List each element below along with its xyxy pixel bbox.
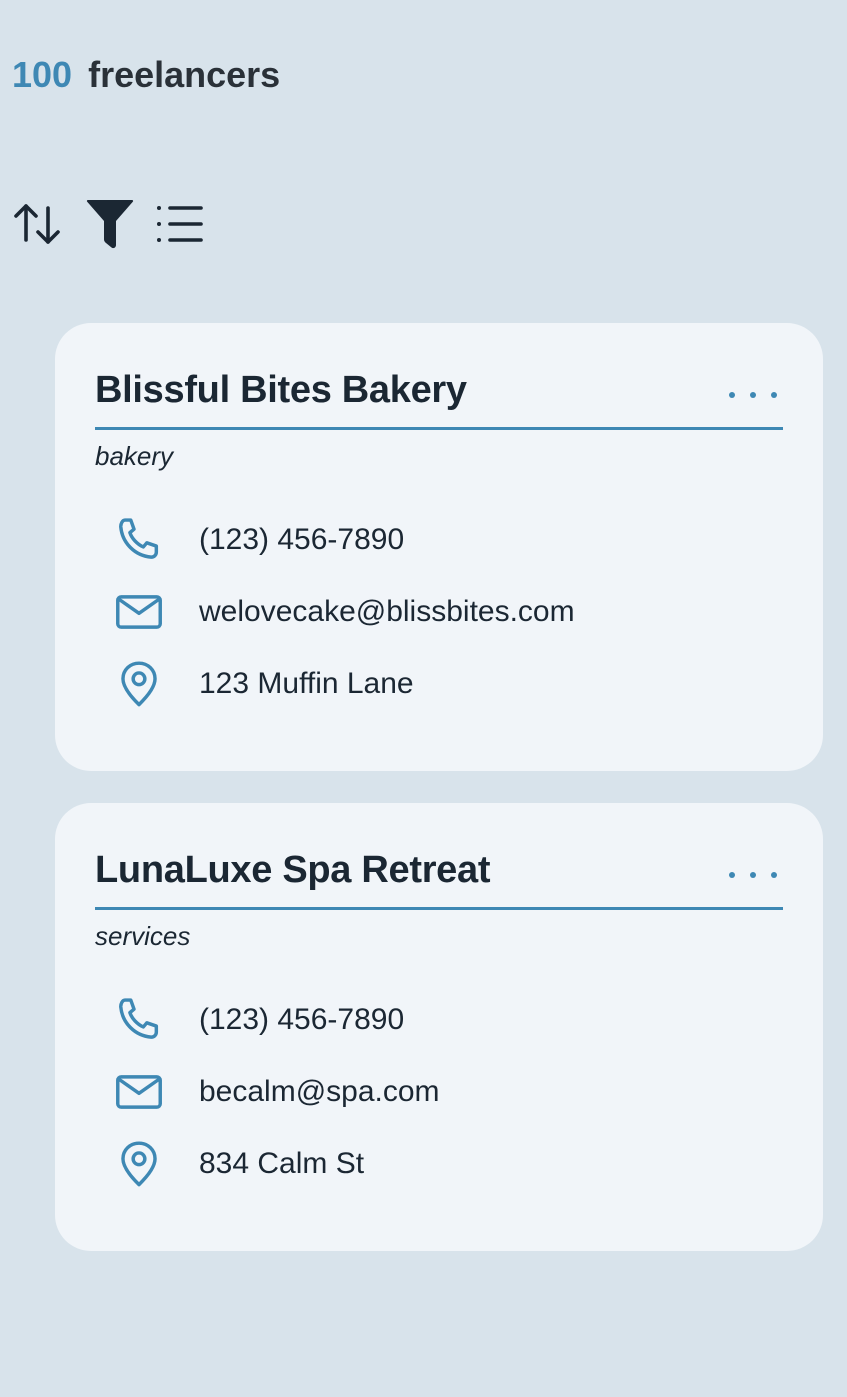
title-divider bbox=[95, 427, 783, 430]
sort-arrows-icon bbox=[14, 204, 60, 244]
more-options-button[interactable] bbox=[729, 379, 777, 411]
phone-row: (123) 456-7890 bbox=[111, 992, 404, 1048]
more-options-button[interactable] bbox=[729, 859, 777, 891]
more-dots-icon bbox=[729, 392, 735, 398]
email-row: welovecake@blissbites.com bbox=[111, 584, 575, 640]
address-row: 123 Muffin Lane bbox=[111, 656, 414, 712]
filter-funnel-icon bbox=[86, 200, 134, 249]
street-address: 834 Calm St bbox=[199, 1147, 365, 1180]
page-title: 100 freelancers bbox=[12, 52, 280, 98]
email-address[interactable]: welovecake@blissbites.com bbox=[199, 595, 575, 629]
title-divider bbox=[95, 907, 783, 910]
toolbar bbox=[12, 196, 206, 252]
street-address: 123 Muffin Lane bbox=[199, 667, 414, 700]
address-row: 834 Calm St bbox=[111, 1136, 364, 1192]
freelancer-card[interactable]: Blissful Bites Bakery bakery (123) 456-7… bbox=[55, 323, 823, 771]
freelancer-card[interactable]: LunaLuxe Spa Retreat services (123) 456-… bbox=[55, 803, 823, 1251]
sort-button[interactable] bbox=[12, 196, 64, 252]
phone-icon bbox=[111, 512, 167, 568]
list-view-button[interactable] bbox=[154, 196, 206, 252]
card-title: Blissful Bites Bakery bbox=[95, 369, 467, 411]
phone-number[interactable]: (123) 456-7890 bbox=[199, 523, 404, 557]
card-category: bakery bbox=[95, 441, 174, 471]
mail-icon bbox=[111, 584, 167, 640]
phone-icon bbox=[111, 992, 167, 1048]
list-view-icon bbox=[157, 206, 203, 242]
card-title: LunaLuxe Spa Retreat bbox=[95, 849, 491, 891]
mail-icon bbox=[111, 1064, 167, 1120]
email-address[interactable]: becalm@spa.com bbox=[199, 1075, 440, 1109]
phone-number[interactable]: (123) 456-7890 bbox=[199, 1003, 404, 1037]
map-pin-icon bbox=[111, 656, 167, 712]
freelancer-count: 100 bbox=[12, 54, 73, 95]
freelancer-count-label: freelancers bbox=[88, 54, 281, 95]
more-dots-icon bbox=[729, 872, 735, 878]
card-category: services bbox=[95, 921, 191, 951]
email-row: becalm@spa.com bbox=[111, 1064, 440, 1120]
map-pin-icon bbox=[111, 1136, 167, 1192]
filter-button[interactable] bbox=[84, 196, 136, 252]
phone-row: (123) 456-7890 bbox=[111, 512, 404, 568]
